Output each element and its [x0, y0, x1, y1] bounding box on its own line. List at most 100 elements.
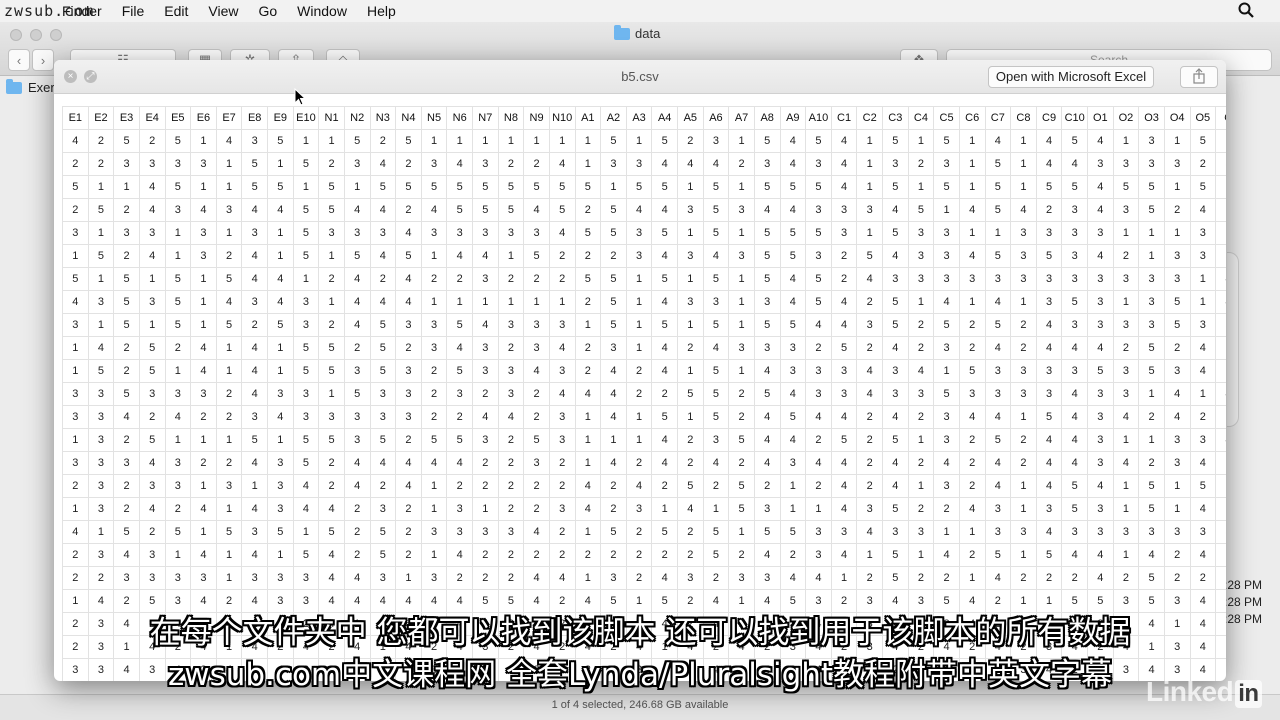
table-cell: 4 [933, 290, 960, 314]
table-cell: 5 [292, 198, 320, 222]
table-cell: 5 [600, 198, 627, 222]
finder-zoom-button[interactable] [50, 29, 62, 41]
table-cell: 3 [933, 244, 960, 268]
table-cell: 5 [395, 129, 422, 153]
table-cell: 4 [779, 382, 807, 406]
table-cell: 3 [62, 382, 89, 406]
table-cell: 4 [1061, 451, 1088, 475]
table-cell: 5 [472, 589, 499, 613]
table-cell: 4 [1189, 451, 1217, 475]
table-cell: 1 [625, 129, 653, 153]
table-cell: 1 [625, 589, 653, 613]
table-cell: 4 [343, 267, 371, 291]
table-cell: 3 [1215, 152, 1226, 176]
forward-button[interactable]: › [32, 49, 54, 71]
menu-window[interactable]: Window [287, 3, 357, 19]
table-cell: 4 [1061, 428, 1088, 452]
table-cell: 2 [164, 336, 192, 360]
column-header: O1 [1087, 106, 1114, 130]
table-cell: 3 [1189, 221, 1217, 245]
table-cell: 2 [548, 474, 576, 498]
table-cell: 2 [651, 382, 678, 406]
table-cell: 2 [907, 405, 935, 429]
share-button[interactable] [1180, 66, 1218, 88]
table-cell: 4 [267, 198, 294, 222]
table-cell: 1 [87, 313, 115, 337]
menu-edit[interactable]: Edit [154, 3, 198, 19]
table-cell: 5 [702, 313, 730, 337]
table-cell: 5 [984, 198, 1012, 222]
table-cell: 2 [523, 497, 550, 521]
column-header: C6 [958, 106, 986, 130]
menu-go[interactable]: Go [248, 3, 287, 19]
sidebar-item-label: Exer [28, 80, 55, 95]
table-cell: 1 [728, 520, 755, 544]
table-cell: 5 [1163, 313, 1191, 337]
table-cell: 3 [933, 474, 960, 498]
table-cell: 3 [830, 198, 858, 222]
table-cell: 5 [702, 359, 730, 383]
table-cell: 4 [241, 497, 268, 521]
table-cell: 4 [62, 520, 89, 544]
table-cell: 4 [446, 336, 473, 360]
table-cell: 2 [933, 566, 960, 590]
back-button[interactable]: ‹ [8, 49, 30, 71]
finder-close-button[interactable] [10, 29, 22, 41]
table-cell: 3 [497, 221, 525, 245]
table-cell: 2 [805, 474, 832, 498]
spotlight-search-icon[interactable] [1238, 2, 1254, 18]
table-cell: 3 [1087, 382, 1114, 406]
table-row: 3151515253245335433315151515544352525243… [62, 313, 1226, 337]
table-cell: 3 [1163, 152, 1191, 176]
finder-minimize-button[interactable] [30, 29, 42, 41]
table-cell: 5 [446, 428, 473, 452]
table-cell: 2 [728, 451, 755, 475]
csv-preview[interactable]: E1 E2 E3 E4 E5 E6 E7 E8 E9 E10 N1 N2 N3 N4 N5 N6 N7 N8 N9 N… [62, 106, 1226, 681]
table-cell: 5 [651, 129, 678, 153]
table-cell: 3 [292, 313, 320, 337]
open-with-excel-button[interactable]: Open with Microsoft Excel [988, 66, 1154, 88]
table-cell: 4 [1061, 405, 1088, 429]
table-cell: 1 [87, 520, 115, 544]
table-cell: 5 [318, 428, 345, 452]
table-cell: 5 [702, 175, 730, 199]
table-cell: 3 [164, 382, 192, 406]
table-cell: 1 [87, 221, 115, 245]
column-header: E7 [215, 106, 243, 130]
table-cell: 4 [856, 382, 883, 406]
table-cell: 1 [292, 175, 320, 199]
table-cell: 4 [1087, 198, 1114, 222]
table-cell: 5 [651, 520, 678, 544]
table-cell: 1 [164, 543, 192, 567]
table-cell: 2 [1189, 152, 1217, 176]
sidebar-item-exer[interactable]: Exer [6, 78, 55, 95]
menu-help[interactable]: Help [357, 3, 406, 19]
table-cell: 4 [343, 566, 371, 590]
table-cell: 3 [1010, 244, 1037, 268]
table-cell: 4 [548, 152, 576, 176]
table-cell: 5 [1035, 543, 1063, 567]
table-cell: 1 [87, 175, 115, 199]
table-cell: 3 [1087, 221, 1114, 245]
table-cell: 4 [984, 566, 1012, 590]
table-cell: 1 [215, 428, 243, 452]
table-cell: 1 [958, 566, 986, 590]
table-cell: 3 [1163, 267, 1191, 291]
table-cell: 2 [1112, 566, 1140, 590]
table-cell: 3 [1087, 428, 1114, 452]
menu-file[interactable]: File [112, 3, 155, 19]
table-cell: 4 [651, 244, 678, 268]
table-cell: 4 [548, 566, 576, 590]
menu-view[interactable]: View [198, 3, 248, 19]
table-cell: 3 [446, 497, 473, 521]
table-cell: 1 [574, 451, 602, 475]
table-row: 2343141415425214222222222524234151425154… [62, 543, 1226, 567]
table-cell: 5 [292, 152, 320, 176]
table-cell: 4 [702, 336, 730, 360]
column-header: C7 [984, 106, 1012, 130]
table-cell: 1 [343, 175, 371, 199]
table-cell: 5 [600, 221, 627, 245]
table-cell: 1 [267, 336, 294, 360]
table-cell: 5 [138, 428, 166, 452]
table-cell: 5 [882, 175, 909, 199]
